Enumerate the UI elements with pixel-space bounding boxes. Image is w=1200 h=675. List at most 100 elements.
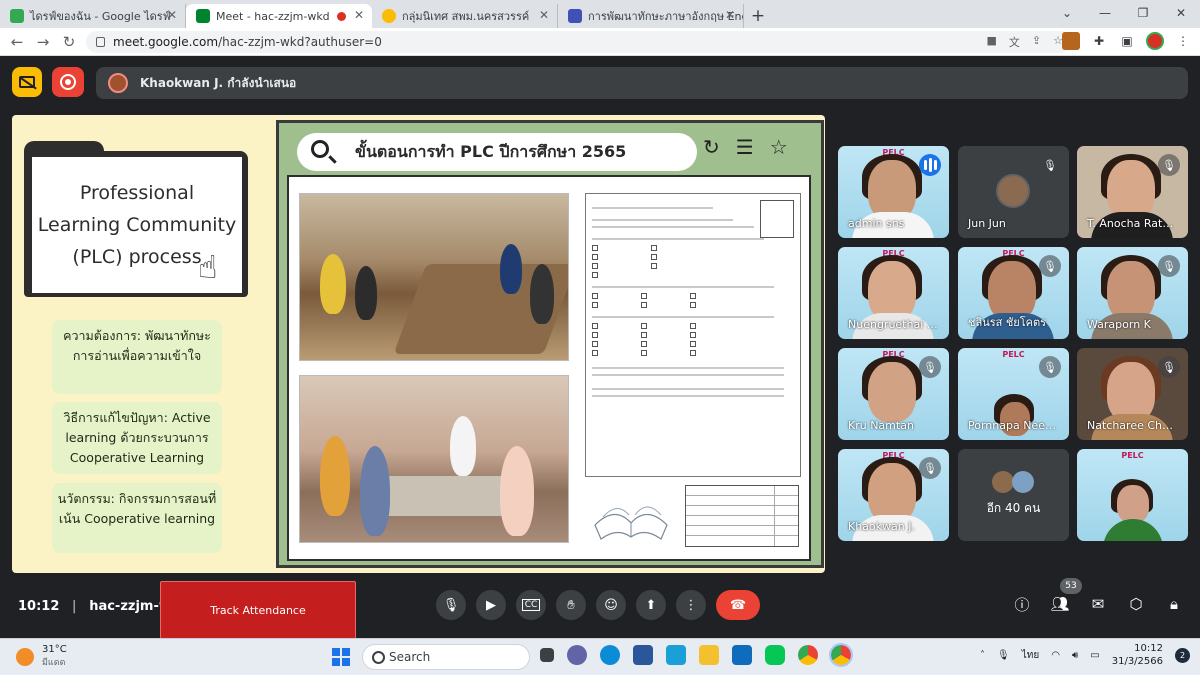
participant-tile[interactable]: PELC 🎙︎ ชลินรส ชัยโคตร <box>958 247 1069 339</box>
line-icon[interactable] <box>765 645 785 665</box>
close-tab-icon[interactable]: ✕ <box>725 8 735 22</box>
new-tab-button[interactable]: + <box>744 4 772 28</box>
close-tab-icon[interactable]: ✕ <box>167 8 177 22</box>
mail-icon[interactable] <box>732 645 752 665</box>
word-icon[interactable] <box>633 645 653 665</box>
presented-slide: Professional Learning Community (PLC) pr… <box>12 115 825 573</box>
tray-overflow-icon[interactable]: ˄ <box>980 650 985 661</box>
drive-icon <box>10 9 24 23</box>
presentation-toggle-button[interactable] <box>12 67 42 97</box>
microphone-button[interactable]: 🎙︎ <box>436 590 466 620</box>
participant-name: Khaokwan J. <box>848 520 915 533</box>
tab-supervision-group[interactable]: กลุ่มนิเทศ สพม.นครสวรรค์ ✕ <box>372 4 558 28</box>
tab-title: กลุ่มนิเทศ สพม.นครสวรรค์ <box>402 10 530 23</box>
captions-button[interactable]: CC <box>516 590 546 620</box>
microphone-tray-icon[interactable]: 🎙︎ <box>997 650 1010 661</box>
participant-name: Pornnapa Nee… <box>968 419 1056 432</box>
close-tab-icon[interactable]: ✕ <box>354 8 364 22</box>
leave-call-button[interactable]: ☎ <box>716 590 760 620</box>
participant-tile[interactable]: PELC Nuengruethai … <box>838 247 949 339</box>
tab-google-drive[interactable]: ไดรฟ์ของฉัน - Google ไดรฟ์ ✕ <box>0 4 186 28</box>
close-tab-icon[interactable]: ✕ <box>539 8 549 22</box>
raise-hand-button[interactable]: ✋︎ <box>556 590 586 620</box>
puzzle-icon[interactable]: ✚ <box>1090 32 1108 50</box>
window-controls: ⌄ — ❐ ✕ <box>1048 0 1200 26</box>
address-bar[interactable]: meet.google.com/hac-zzjm-wkd?authuser=0 … <box>86 31 1071 53</box>
participant-tile[interactable]: 🎙︎ Natcharee Ch… <box>1077 348 1188 440</box>
participant-tile[interactable]: 🎙︎ T. Anocha Rat… <box>1077 146 1188 238</box>
battery-icon[interactable]: ▭ <box>1090 650 1099 661</box>
participant-tile[interactable]: 🎙︎ Waraporn K <box>1077 247 1188 339</box>
tab-title: ไดรฟ์ของฉัน - Google ไดรฟ์ <box>30 10 171 23</box>
activities-icon[interactable]: ⬡ <box>1126 594 1146 614</box>
wifi-icon[interactable]: ◠ <box>1051 650 1060 661</box>
side-panel-icon[interactable]: ▣ <box>1118 32 1136 50</box>
start-button[interactable] <box>332 648 350 666</box>
share-icon[interactable]: ⇪ <box>1032 34 1041 50</box>
chrome-profile-icon[interactable] <box>829 643 853 667</box>
participant-tile[interactable]: PELC 🎙︎ Khaokwan J. <box>838 449 949 541</box>
reactions-button[interactable]: ☺ <box>596 590 626 620</box>
participant-tile[interactable]: PELC admin sns <box>838 146 949 238</box>
pelc-banner: PELC <box>1121 451 1144 460</box>
minimize-button[interactable]: — <box>1086 0 1124 26</box>
camera-icon: ▶ <box>486 597 496 613</box>
profile-avatar[interactable] <box>1146 32 1164 50</box>
tab-google-meet[interactable]: Meet - hac-zzjm-wkd ✕ <box>186 4 372 28</box>
participant-name: ชลินรส ชัยโคตร <box>968 316 1047 329</box>
participant-shirt <box>1103 519 1163 541</box>
chat-icon[interactable]: ✉ <box>1088 594 1108 614</box>
participant-face <box>1107 362 1155 422</box>
extensions-area: ✚ ▣ ⋮ <box>1062 32 1192 50</box>
taskbar-search[interactable]: Search <box>362 644 530 670</box>
participant-tile[interactable]: PELC 🎙︎ Kru Namtan <box>838 348 949 440</box>
back-button[interactable]: ← <box>4 33 30 51</box>
reload-button[interactable]: ↻ <box>56 33 82 51</box>
track-attendance-button[interactable]: Track Attendance <box>160 581 356 639</box>
participant-tile[interactable]: PELC 🎙︎ Pornnapa Nee… <box>958 348 1069 440</box>
volume-icon[interactable]: 🔊︎ <box>1072 650 1078 661</box>
participant-face <box>1107 261 1155 321</box>
chrome-icon[interactable] <box>798 645 818 665</box>
taskbar-apps <box>540 643 853 667</box>
present-button[interactable]: ⬆ <box>636 590 666 620</box>
meet-bottom-bar: 10:12 | hac-zzjm-wkd Track Attendance 🎙︎… <box>0 578 1200 639</box>
l-app-icon[interactable] <box>666 645 686 665</box>
forward-button[interactable]: → <box>30 33 56 51</box>
language-indicator[interactable]: ไทย <box>1022 648 1039 663</box>
tab-english-skills[interactable]: การพัฒนาทักษะภาษาอังกฤษ English ✕ <box>558 4 744 28</box>
others-tile[interactable]: อีก 40 คน <box>958 449 1069 541</box>
meeting-time: 10:12 <box>18 599 60 614</box>
edge-icon[interactable] <box>600 645 620 665</box>
taskbar-clock[interactable]: 10:12 31/3/2566 <box>1112 642 1163 668</box>
host-controls-icon[interactable]: 🔒︎ <box>1164 594 1184 614</box>
task-view-icon[interactable] <box>540 648 554 662</box>
teams-chat-icon[interactable] <box>567 645 587 665</box>
mic-off-icon: 🎙︎ <box>1039 154 1061 176</box>
meeting-details-icon[interactable]: ⓘ <box>1012 594 1032 614</box>
participant-avatar <box>996 174 1030 208</box>
camera-button[interactable]: ▶ <box>476 590 506 620</box>
mic-off-icon: 🎙︎ <box>919 356 941 378</box>
mic-off-icon: 🎙︎ <box>1158 154 1180 176</box>
notification-badge[interactable]: 2 <box>1175 647 1190 663</box>
site-icon <box>382 9 396 23</box>
weather-widget[interactable]: 31°C มีแดด <box>16 644 67 669</box>
form-photo-box <box>760 200 794 238</box>
tab-search-icon[interactable]: ⌄ <box>1048 0 1086 26</box>
camera-in-use-icon[interactable]: ■ <box>987 34 997 50</box>
maximize-button[interactable]: ❐ <box>1124 0 1162 26</box>
file-explorer-icon[interactable] <box>699 645 719 665</box>
translate-icon[interactable]: 文 <box>1009 34 1020 50</box>
extension-icon[interactable] <box>1062 32 1080 50</box>
participant-avatar <box>992 471 1014 493</box>
participant-tile[interactable]: PELC <box>1077 449 1188 541</box>
recording-button[interactable] <box>52 67 84 97</box>
menu-icon[interactable]: ⋮ <box>1174 32 1192 50</box>
more-options-button[interactable]: ⋮ <box>676 590 706 620</box>
slide-toolbar-icons: ↻ ☰ ☆ <box>703 135 788 159</box>
people-icon[interactable]: 👥︎ <box>1050 594 1070 614</box>
close-window-button[interactable]: ✕ <box>1162 0 1200 26</box>
participant-tile[interactable]: 🎙︎ Jun Jun <box>958 146 1069 238</box>
sun-icon <box>16 647 34 666</box>
